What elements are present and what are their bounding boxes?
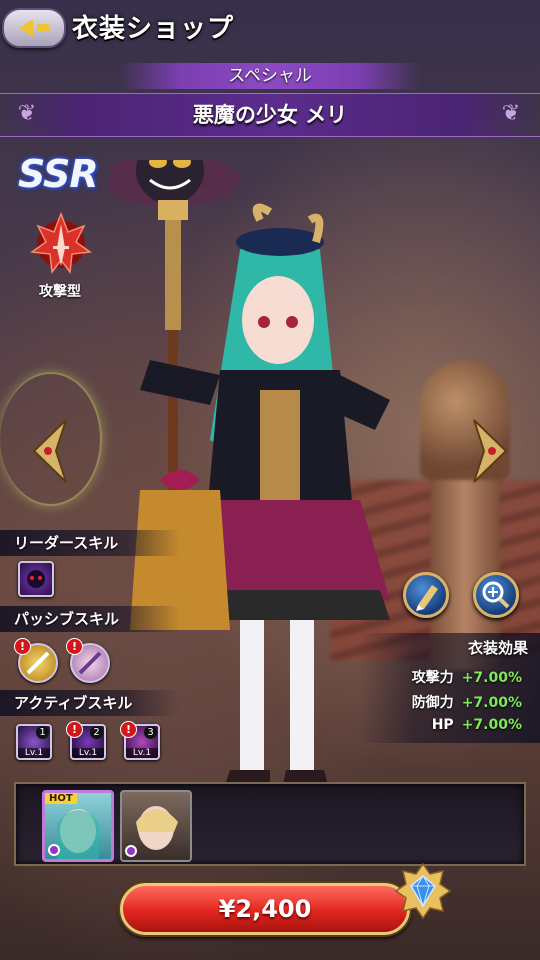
thumbnail-marker bbox=[125, 845, 137, 857]
right-arrow-icon[interactable] bbox=[470, 418, 510, 484]
category-label: スペシャル bbox=[120, 63, 420, 89]
effect-label: HP bbox=[431, 717, 454, 733]
pen-icon bbox=[416, 585, 438, 611]
passive-skill-alert-2: ! bbox=[66, 638, 83, 655]
thumbnail-marker bbox=[48, 844, 60, 856]
effect-value: +7.00% bbox=[461, 670, 522, 686]
effect-row-hp: HP +7.00% bbox=[432, 717, 522, 733]
back-arrow-icon bbox=[19, 19, 33, 37]
active-skill-slot-3: 3 bbox=[144, 726, 157, 739]
costume-thumbnail-selected[interactable]: HOT bbox=[42, 790, 114, 862]
costume-effects-panel: 衣装効果 攻撃力 +7.00% 防御力 +7.00% HP +7.00% bbox=[360, 633, 540, 743]
costume-effects-title: 衣装効果 bbox=[467, 639, 528, 657]
purchase-button[interactable]: ¥2,400 bbox=[120, 883, 410, 935]
ornament-left-icon: ❦ bbox=[17, 101, 37, 126]
active-skill-slot-1: 1 bbox=[36, 726, 49, 739]
back-arrow-tail bbox=[37, 24, 49, 32]
passive-skill-alert-1: ! bbox=[14, 638, 31, 655]
hot-badge: HOT bbox=[45, 793, 77, 804]
active-skill-icon-1[interactable]: 1 Lv.1 bbox=[16, 724, 52, 760]
zoom-button[interactable] bbox=[473, 572, 519, 618]
diamond-gem-icon bbox=[394, 862, 452, 920]
active-skill-slot-2: 2 bbox=[90, 726, 103, 739]
active-skill-label: アクティブスキル bbox=[0, 690, 180, 716]
active-skill-level-3: Lv.1 bbox=[126, 748, 158, 758]
effect-row-defense: 防御力 +7.00% bbox=[412, 692, 522, 712]
leader-skill-icon[interactable] bbox=[18, 561, 54, 597]
leader-skill-label: リーダースキル bbox=[0, 530, 180, 556]
passive-skill-label: パッシブスキル bbox=[0, 606, 180, 632]
rarity-badge: SSR bbox=[18, 152, 99, 196]
zoom-plus-icon bbox=[482, 581, 510, 609]
left-arrow-icon[interactable] bbox=[30, 418, 70, 484]
effect-value: +7.00% bbox=[461, 695, 522, 711]
costume-name: 悪魔の少女 メリ bbox=[0, 93, 540, 137]
active-skill-alert-3: ! bbox=[120, 721, 137, 738]
effect-label: 防御力 bbox=[411, 695, 454, 711]
costume-thumbnail[interactable] bbox=[120, 790, 192, 862]
page-title: 衣装ショップ bbox=[72, 14, 235, 44]
effect-value: +7.00% bbox=[461, 717, 522, 733]
active-skill-level-2: Lv.1 bbox=[72, 748, 104, 758]
attack-type-icon bbox=[29, 211, 93, 274]
active-skill-alert-2: ! bbox=[66, 721, 83, 738]
pen-button[interactable] bbox=[403, 572, 449, 618]
effect-row-attack: 攻撃力 +7.00% bbox=[412, 667, 522, 687]
ornament-right-icon: ❦ bbox=[501, 101, 521, 126]
back-button[interactable] bbox=[2, 8, 66, 48]
type-label: 攻撃型 bbox=[39, 284, 81, 300]
effect-label: 攻撃力 bbox=[411, 670, 454, 686]
active-skill-level-1: Lv.1 bbox=[18, 748, 50, 758]
costume-thumbnail-strip: HOT bbox=[14, 782, 526, 866]
